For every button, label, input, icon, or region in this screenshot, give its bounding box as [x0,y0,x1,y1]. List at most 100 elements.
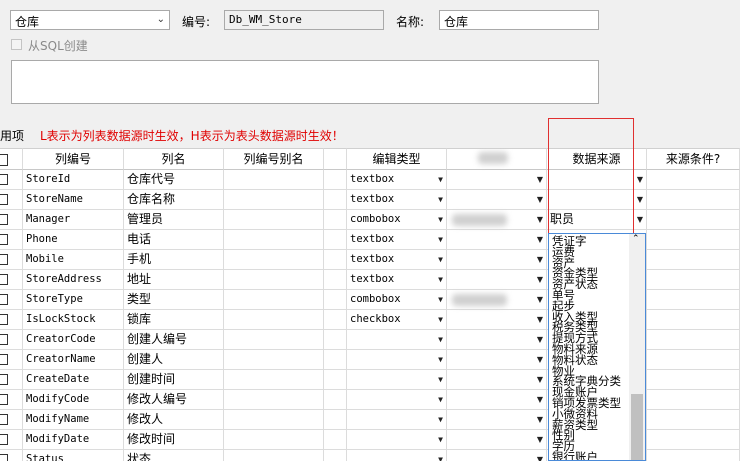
chevron-down-icon[interactable]: ▼ [537,210,543,229]
cell-column-alias[interactable] [224,450,324,461]
row-checkbox[interactable] [0,414,8,425]
chevron-down-icon[interactable]: ▼ [438,410,443,429]
chevron-down-icon[interactable]: ▼ [438,230,443,249]
sql-memo[interactable] [11,60,599,104]
cell-blank[interactable] [324,450,347,461]
cell-column-alias[interactable] [224,210,324,230]
cell-column-alias[interactable] [224,350,324,370]
chevron-down-icon[interactable]: ▼ [438,310,443,329]
cell-edit-type[interactable]: textbox ▼ [347,270,447,290]
category-select[interactable]: 仓库 ⌄ [10,10,170,30]
chevron-down-icon[interactable]: ▼ [537,410,543,429]
cell-blank[interactable] [324,290,347,310]
cell-column-alias[interactable] [224,410,324,430]
chevron-down-icon[interactable]: ▼ [438,190,443,209]
chevron-down-icon[interactable]: ▼ [438,210,443,229]
cell-column-code[interactable]: ModifyName [23,410,124,430]
chevron-down-icon[interactable]: ▼ [537,230,543,249]
cell-blank[interactable] [324,410,347,430]
cell-column-code[interactable]: Manager [23,210,124,230]
cell-column-name[interactable]: 电话 [124,230,224,250]
cell-blurred[interactable]: ▼ [447,430,547,450]
chevron-down-icon[interactable]: ▼ [438,390,443,409]
cell-column-alias[interactable] [224,230,324,250]
cell-column-code[interactable]: CreatorName [23,350,124,370]
cell-column-name[interactable]: 创建人 [124,350,224,370]
cell-blank[interactable] [324,390,347,410]
cell-blurred[interactable]: ▼ [447,310,547,330]
chevron-down-icon[interactable]: ▼ [438,170,443,189]
cell-column-alias[interactable] [224,330,324,350]
chevron-down-icon[interactable]: ▼ [637,190,643,209]
row-checkbox[interactable] [0,434,8,445]
row-check-cell[interactable] [0,250,23,270]
cell-column-name[interactable]: 修改人 [124,410,224,430]
row-check-cell[interactable] [0,310,23,330]
row-check-cell[interactable] [0,170,23,190]
header-col-name[interactable]: 列名 [124,148,224,170]
cell-column-name[interactable]: 锁库 [124,310,224,330]
row-checkbox[interactable] [0,194,8,205]
cell-column-name[interactable]: 仓库名称 [124,190,224,210]
cell-edit-type[interactable]: ▼ [347,410,447,430]
header-col-code[interactable]: 列编号 [23,148,124,170]
cell-source-condition[interactable] [647,370,740,390]
chevron-down-icon[interactable]: ▼ [537,350,543,369]
cell-column-code[interactable]: StoreAddress [23,270,124,290]
cell-source-condition[interactable] [647,290,740,310]
cell-blank[interactable] [324,230,347,250]
cell-blurred[interactable]: ▼ [447,190,547,210]
chevron-down-icon[interactable]: ▼ [637,210,643,229]
cell-source-condition[interactable] [647,410,740,430]
cell-column-alias[interactable] [224,310,324,330]
header-blank-a[interactable] [324,148,347,170]
scrollbar-thumb[interactable] [631,394,643,460]
cell-blank[interactable] [324,430,347,450]
chevron-down-icon[interactable]: ▼ [438,250,443,269]
cell-source-condition[interactable] [647,350,740,370]
row-checkbox[interactable] [0,294,8,305]
cell-column-name[interactable]: 创建时间 [124,370,224,390]
cell-blank[interactable] [324,370,347,390]
cell-edit-type[interactable]: ▼ [347,430,447,450]
cell-blurred[interactable]: ▼ [447,330,547,350]
chevron-down-icon[interactable]: ▼ [537,190,543,209]
cell-source-condition[interactable] [647,450,740,461]
row-check-cell[interactable] [0,370,23,390]
row-checkbox[interactable] [0,394,8,405]
row-check-cell[interactable] [0,190,23,210]
cell-column-code[interactable]: ModifyCode [23,390,124,410]
cell-blurred[interactable]: ▼ [447,410,547,430]
cell-edit-type[interactable]: combobox ▼ [347,290,447,310]
cell-source-condition[interactable] [647,310,740,330]
cell-column-name[interactable]: 手机 [124,250,224,270]
cell-column-name[interactable]: 创建人编号 [124,330,224,350]
cell-column-code[interactable]: Mobile [23,250,124,270]
cell-column-code[interactable]: ModifyDate [23,430,124,450]
data-source-dropdown-list[interactable]: 凭证字 运费 资产 资金类型 资产状态 单号 起步 收入类型 税务类型 提现方式 物料来源 物料状态物… [548,233,646,461]
cell-source-condition[interactable] [647,230,740,250]
chevron-down-icon[interactable]: ▼ [537,250,543,269]
chevron-down-icon[interactable]: ▼ [537,450,543,461]
chevron-down-icon[interactable]: ▼ [438,330,443,349]
cell-column-name[interactable]: 管理员 [124,210,224,230]
cell-column-code[interactable]: CreateDate [23,370,124,390]
row-checkbox[interactable] [0,334,8,345]
cell-column-alias[interactable] [224,290,324,310]
from-sql-checkbox[interactable] [11,39,22,50]
chevron-down-icon[interactable]: ▼ [537,270,543,289]
cell-column-code[interactable]: Phone [23,230,124,250]
chevron-down-icon[interactable]: ⌄ [157,14,165,25]
row-checkbox[interactable] [0,214,8,225]
cell-blurred[interactable]: ▼ [447,270,547,290]
cell-blurred[interactable]: ▼ [447,230,547,250]
header-source-condition[interactable]: 来源条件? [647,148,740,170]
cell-edit-type[interactable]: checkbox ▼ [347,310,447,330]
cell-blank[interactable] [324,250,347,270]
row-checkbox[interactable] [0,374,8,385]
cell-edit-type[interactable]: ▼ [347,370,447,390]
row-check-cell[interactable] [0,330,23,350]
cell-blank[interactable] [324,350,347,370]
cell-blurred[interactable]: ▼ [447,450,547,461]
cell-column-alias[interactable] [224,430,324,450]
